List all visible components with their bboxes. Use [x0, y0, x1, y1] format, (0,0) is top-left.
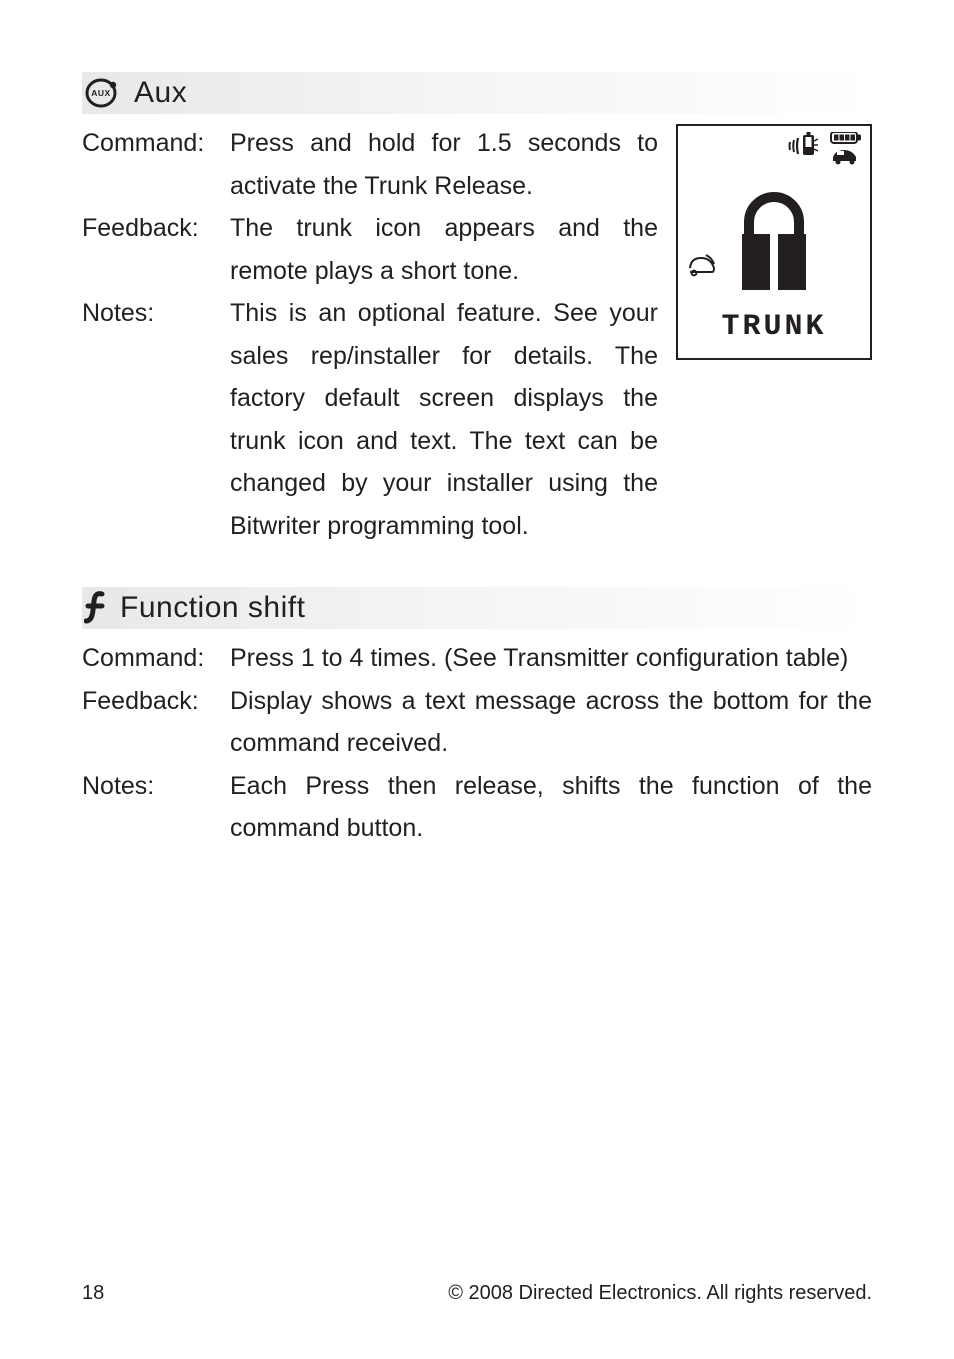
aux-icon: AUX — [84, 78, 124, 108]
command-label: Command: — [82, 637, 230, 680]
notes-label: Notes: — [82, 765, 230, 808]
section-title: Aux — [134, 76, 187, 110]
function-icon — [84, 591, 110, 625]
press-word: Press — [230, 129, 294, 157]
command-value: Press and hold for 1.5 seconds to activa… — [230, 122, 658, 207]
section-title: Function shift — [120, 591, 305, 625]
command-mid: and — [294, 129, 368, 157]
feedback-value: The trunk icon appears and the remote pl… — [230, 207, 658, 292]
press-word: Press — [230, 644, 294, 672]
svg-text:AUX: AUX — [91, 88, 110, 98]
signal-icon — [788, 132, 820, 165]
trunk-icon — [688, 254, 718, 283]
notes-value: Each Press then release, shifts the func… — [230, 765, 872, 850]
screen-text: TRUNK — [678, 310, 870, 344]
aux-body: Command: Press and hold for 1.5 seconds … — [82, 122, 872, 547]
feedback-value: Display shows a text message across the … — [230, 680, 872, 765]
aux-command-row: Command: Press and hold for 1.5 seconds … — [82, 122, 658, 207]
feedback-label: Feedback: — [82, 680, 230, 723]
func-feedback-row: Feedback: Display shows a text message a… — [82, 680, 872, 765]
aux-definitions: Command: Press and hold for 1.5 seconds … — [82, 122, 658, 547]
battery-car-icon — [828, 132, 862, 171]
notes-value: This is an optional feature. See your sa… — [230, 292, 658, 547]
screen-status-icons — [788, 132, 862, 171]
page-footer: 18 © 2008 Directed Electronics. All righ… — [82, 1282, 872, 1305]
feedback-label: Feedback: — [82, 207, 230, 250]
remote-screen: TRUNK — [676, 124, 872, 360]
page: AUX Aux Command: Press and hold for 1.5 … — [0, 0, 954, 1359]
aux-feedback-row: Feedback: The trunk icon appears and the… — [82, 207, 658, 292]
func-command-row: Command: Press 1 to 4 times. (See Transm… — [82, 637, 872, 680]
page-number: 18 — [82, 1282, 104, 1305]
section-heading-aux: AUX Aux — [82, 72, 872, 114]
notes-label: Notes: — [82, 292, 230, 335]
func-notes-row: Notes: Each Press then release, shifts t… — [82, 765, 872, 850]
copyright-text: © 2008 Directed Electronics. All rights … — [448, 1282, 872, 1305]
section-heading-function-shift: Function shift — [82, 587, 872, 629]
aux-notes-row: Notes: This is an optional feature. See … — [82, 292, 658, 547]
func-definitions: Command: Press 1 to 4 times. (See Transm… — [82, 637, 872, 850]
command-value: Press 1 to 4 times. (See Transmitter con… — [230, 637, 872, 680]
command-label: Command: — [82, 122, 230, 165]
command-rest: 1 to 4 times. (See Transmitter configura… — [294, 644, 848, 672]
hold-word: hold — [368, 129, 415, 157]
